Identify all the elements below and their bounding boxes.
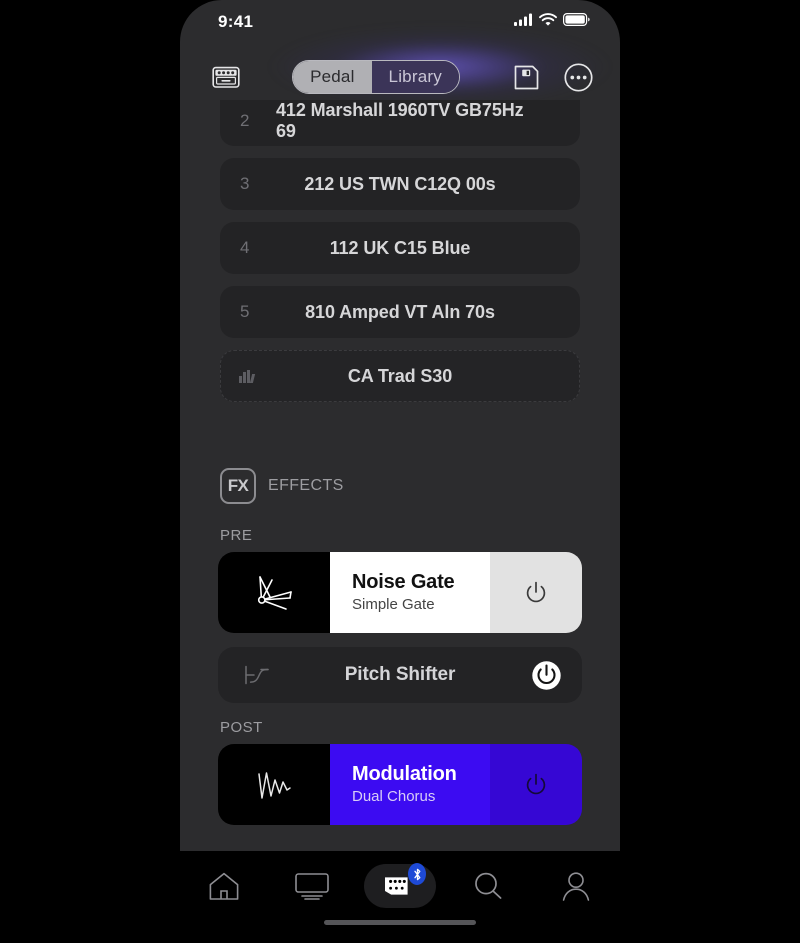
effects-section-header: FX EFFECTS <box>220 468 620 504</box>
status-clock: 9:41 <box>218 12 254 31</box>
effect-card-modulation[interactable]: Modulation Dual Chorus <box>218 744 582 825</box>
search-icon <box>472 871 504 901</box>
cabinet-name: 212 US TWN C12Q 00s <box>304 173 496 194</box>
tab-display[interactable] <box>268 863 356 909</box>
battery-icon <box>563 13 590 31</box>
view-segmented-control[interactable]: Pedal Library <box>250 60 502 94</box>
amp-cabinet-icon[interactable] <box>202 57 250 97</box>
tab-home[interactable] <box>180 863 268 909</box>
power-icon[interactable] <box>490 744 582 825</box>
effect-subtitle: Simple Gate <box>352 595 435 613</box>
power-icon[interactable] <box>490 552 582 633</box>
effect-subtitle: Dual Chorus <box>352 787 436 805</box>
effects-group-label-pre: PRE <box>220 527 253 544</box>
fx-badge-icon: FX <box>220 468 256 504</box>
phone-frame: 9:41 Pedal Library 2 412 Marshall 1960TV… <box>180 0 620 943</box>
cabinet-index: 3 <box>240 174 250 193</box>
table-row[interactable]: 5 810 Amped VT Aln 70s <box>220 286 580 338</box>
app-header: Pedal Library <box>180 48 620 106</box>
effect-label-group: Noise Gate Simple Gate <box>330 552 490 633</box>
home-indicator <box>324 920 476 925</box>
status-bar: 9:41 <box>180 0 620 44</box>
effects-group-label-post: POST <box>220 719 263 736</box>
effect-name: Noise Gate <box>352 570 455 593</box>
levels-bars-icon <box>239 369 255 383</box>
tab-profile[interactable] <box>532 863 620 909</box>
noise-gate-burst-icon <box>218 552 330 633</box>
library-scroll-area[interactable]: 2 412 Marshall 1960TV GB75Hz 69 3 212 US… <box>180 100 620 851</box>
cabinet-name: 412 Marshall 1960TV GB75Hz 69 <box>276 100 524 141</box>
tab-search[interactable] <box>444 863 532 909</box>
effect-row-pitch-shifter[interactable]: Pitch Shifter <box>218 647 582 703</box>
power-icon[interactable] <box>531 660 562 691</box>
table-row[interactable]: 2 412 Marshall 1960TV GB75Hz 69 <box>220 100 580 146</box>
wifi-icon <box>539 13 557 31</box>
pitch-curve-icon <box>242 662 272 688</box>
table-row[interactable]: 4 112 UK C15 Blue <box>220 222 580 274</box>
cabinet-index: 2 <box>240 111 250 130</box>
bluetooth-icon <box>408 863 426 885</box>
effect-name: Modulation <box>352 762 457 785</box>
cabinet-name: 810 Amped VT Aln 70s <box>305 301 495 322</box>
cellular-signal-icon <box>514 13 533 31</box>
phone-viewport: 9:41 Pedal Library 2 412 Marshall 1960TV… <box>180 0 620 851</box>
status-indicators <box>514 13 590 31</box>
monitor-icon <box>295 872 329 900</box>
cabinet-list: 2 412 Marshall 1960TV GB75Hz 69 3 212 US… <box>180 100 620 402</box>
cabinet-index: 5 <box>240 302 250 321</box>
effect-card-noise-gate[interactable]: Noise Gate Simple Gate <box>218 552 582 633</box>
effect-label-group: Modulation Dual Chorus <box>330 744 490 825</box>
app-screenshot: 9:41 Pedal Library 2 412 Marshall 1960TV… <box>0 0 800 943</box>
table-row[interactable]: 3 212 US TWN C12Q 00s <box>220 158 580 210</box>
cabinet-index: 4 <box>240 238 250 257</box>
modulation-wave-icon <box>218 744 330 825</box>
home-icon <box>208 871 240 901</box>
more-ellipsis-icon[interactable] <box>554 57 602 97</box>
bottom-tab-bar <box>180 851 620 943</box>
effect-name: Pitch Shifter <box>344 664 456 685</box>
cabinet-name: 112 UK C15 Blue <box>329 237 471 258</box>
cabinet-name: CA Trad S30 <box>347 365 453 386</box>
effects-section-title: EFFECTS <box>268 477 344 494</box>
segment-pedal[interactable]: Pedal <box>293 61 372 93</box>
table-row[interactable]: CA Trad S30 <box>220 350 580 402</box>
person-icon <box>561 871 591 901</box>
tab-amp[interactable] <box>356 863 444 909</box>
segment-library[interactable]: Library <box>371 61 459 93</box>
amp-device-icon <box>383 863 426 899</box>
floppy-save-icon[interactable] <box>502 57 550 97</box>
